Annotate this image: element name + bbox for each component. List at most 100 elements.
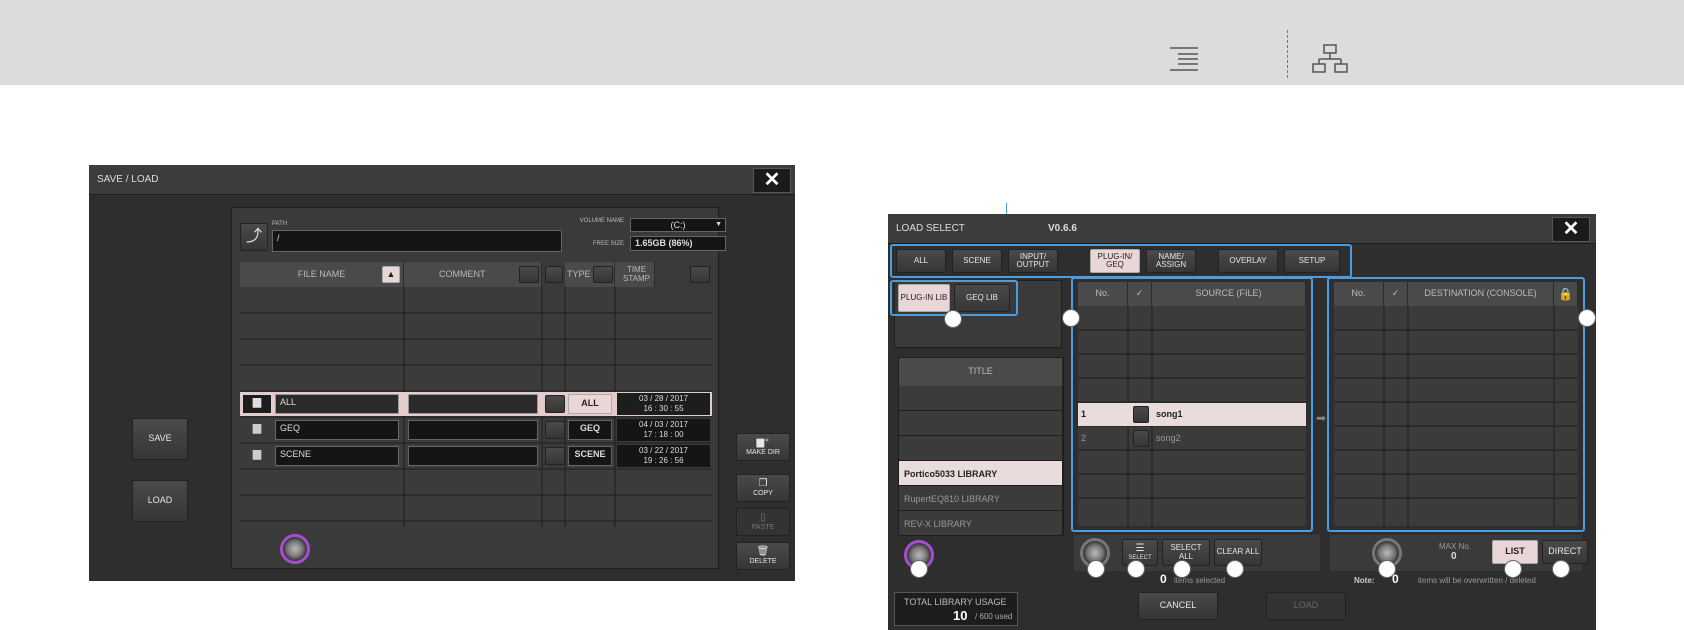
file-row[interactable]: ▆ GEQ GEQ 04 / 03 / 2017 17 : 18 : 00 xyxy=(240,418,712,442)
callout-dot xyxy=(944,310,962,328)
paste-button[interactable]: ▯ PASTE xyxy=(736,508,790,536)
comment-toggle-button[interactable] xyxy=(519,266,539,283)
protect-toggle-button[interactable] xyxy=(545,266,563,283)
library-item[interactable]: RupertEQ810 LIBRARY xyxy=(899,486,1063,511)
window-title: SAVE / LOAD xyxy=(89,165,795,195)
path-label: PATH xyxy=(272,221,288,227)
file-name-field[interactable]: ALL xyxy=(275,394,399,414)
max-no-label: MAX No. xyxy=(1439,542,1472,551)
comment-field[interactable] xyxy=(408,446,538,466)
timestamp: 03 / 28 / 2017 16 : 30 : 55 xyxy=(617,393,710,415)
callout-dot xyxy=(1127,560,1145,578)
source-check-header: ✓ xyxy=(1128,282,1152,306)
protect-button[interactable] xyxy=(545,395,565,413)
protect-button[interactable] xyxy=(545,421,565,439)
version-text: V0.6.6 xyxy=(1048,223,1077,234)
timestamp: 04 / 03 / 2017 17 : 18 : 00 xyxy=(617,419,710,441)
usage-value: 10 xyxy=(953,608,968,623)
close-button[interactable]: ✕ xyxy=(1552,217,1590,242)
protect-button[interactable] xyxy=(545,447,565,465)
delete-label: DELETE xyxy=(749,557,777,565)
scroll-knob[interactable] xyxy=(280,534,310,564)
outline-list-icon[interactable] xyxy=(1168,46,1200,72)
row-name: song1 xyxy=(1156,409,1183,419)
library-item[interactable]: REV-X LIBRARY xyxy=(899,511,1063,536)
list-item xyxy=(899,436,1063,461)
make-dir-button[interactable]: ▆⁺ MAKE DIR xyxy=(736,433,790,461)
cancel-button[interactable]: CANCEL xyxy=(1138,592,1218,620)
time-stamp-header[interactable]: TIME STAMP xyxy=(615,262,655,287)
paste-label: PASTE xyxy=(751,523,775,531)
comment-field[interactable] xyxy=(408,394,538,414)
callout-dot xyxy=(1062,309,1080,327)
dropdown-arrow-icon: ▼ xyxy=(715,221,722,228)
callout-dot xyxy=(1578,309,1596,327)
time-toggle-button[interactable] xyxy=(690,266,710,283)
tab-overlay[interactable]: OVERLAY xyxy=(1218,249,1278,273)
file-row[interactable]: ▆ SCENE SCENE 03 / 22 / 2017 19 : 26 : 5… xyxy=(240,444,712,468)
time: 16 : 30 : 55 xyxy=(643,404,684,413)
row-name: song2 xyxy=(1156,433,1181,443)
window-title-text: LOAD SELECT xyxy=(896,223,965,234)
row-checkbox[interactable] xyxy=(1133,430,1149,447)
geq-lib-button[interactable]: GEQ LIB xyxy=(954,284,1010,312)
date: 03 / 28 / 2017 xyxy=(639,394,688,403)
file-name-field[interactable]: GEQ xyxy=(275,420,399,440)
destination-table: No. ✓ DESTINATION (CONSOLE) 🔒 xyxy=(1334,282,1578,526)
callout-dot xyxy=(1552,560,1570,578)
time: 17 : 18 : 00 xyxy=(643,430,684,439)
tab-input-output[interactable]: INPUT/ OUTPUT xyxy=(1008,249,1058,273)
path-field[interactable]: / xyxy=(272,230,562,252)
source-file-header: SOURCE (FILE) xyxy=(1152,282,1306,306)
items-selected-text: items selected xyxy=(1174,576,1226,585)
library-usage-box: TOTAL LIBRARY USAGE 10 / 600 used xyxy=(894,592,1018,626)
file-browser: ⤴ PATH / VOLUME NAME (C:) ▼ FREE SIZE 1.… xyxy=(231,207,726,569)
copy-icon: ❐ xyxy=(758,478,768,490)
file-name-header[interactable]: FILE NAME xyxy=(240,262,404,287)
load-button[interactable]: LOAD xyxy=(132,480,188,522)
tab-setup[interactable]: SETUP xyxy=(1284,249,1340,273)
close-button[interactable]: ✕ xyxy=(753,168,791,193)
copy-label: COPY xyxy=(753,489,773,497)
free-size-label: FREE SIZE xyxy=(592,241,624,247)
save-button[interactable]: SAVE xyxy=(132,418,188,460)
plug-in-lib-button[interactable]: PLUG-IN LIB xyxy=(898,284,950,312)
volume-value: (C:) xyxy=(670,220,686,230)
volume-select[interactable]: (C:) ▼ xyxy=(630,218,726,232)
callout-dot xyxy=(1226,560,1244,578)
window-title: LOAD SELECT V0.6.6 xyxy=(888,214,1596,244)
tab-name-assign[interactable]: NAME/ ASSIGN xyxy=(1146,249,1196,273)
file-name-field[interactable]: SCENE xyxy=(275,446,399,466)
row-checkbox[interactable] xyxy=(1133,406,1149,423)
source-row-selected[interactable]: 1 song1 xyxy=(1078,403,1306,426)
max-no-value: 0 xyxy=(1451,551,1457,562)
comment-field[interactable] xyxy=(408,420,538,440)
tab-all[interactable]: ALL xyxy=(896,249,946,273)
usage-suffix: / 600 used xyxy=(975,612,1013,621)
load-button[interactable]: LOAD xyxy=(1266,592,1346,620)
library-item-selected[interactable]: Portico5033 LIBRARY xyxy=(899,461,1063,486)
date: 03 / 22 / 2017 xyxy=(639,446,688,455)
delete-button[interactable]: 🗑 DELETE xyxy=(736,542,790,570)
row-number: 2 xyxy=(1081,433,1087,443)
list-item xyxy=(899,411,1063,436)
parent-dir-button[interactable]: ⤴ xyxy=(240,223,268,251)
lock-icon: 🔒 xyxy=(1554,282,1578,306)
callout-dot xyxy=(1087,560,1105,578)
tab-plug-in-geq[interactable]: PLUG-IN/ GEQ xyxy=(1090,249,1140,273)
type-value: GEQ xyxy=(568,420,612,440)
type-toggle-button[interactable] xyxy=(593,266,613,283)
note-text: items will be overwritten / deleted xyxy=(1418,576,1536,585)
copy-button[interactable]: ❐ COPY xyxy=(736,474,790,502)
source-row[interactable]: 2 song2 xyxy=(1078,427,1306,450)
items-selected-count: 0 xyxy=(1160,572,1167,586)
sort-ascending-button[interactable]: ▲ xyxy=(382,266,400,283)
date: 04 / 03 / 2017 xyxy=(639,420,688,429)
dest-check-header: ✓ xyxy=(1384,282,1408,306)
title-header: TITLE xyxy=(899,358,1063,386)
tab-scene[interactable]: SCENE xyxy=(952,249,1002,273)
callout-dot xyxy=(910,560,928,578)
sitemap-icon[interactable] xyxy=(1312,44,1348,74)
file-row[interactable]: ▆ ALL ALL 03 / 28 / 2017 16 : 30 : 55 xyxy=(240,392,712,416)
title-list: TITLE Portico5033 LIBRARY RupertEQ810 LI… xyxy=(898,357,1064,536)
